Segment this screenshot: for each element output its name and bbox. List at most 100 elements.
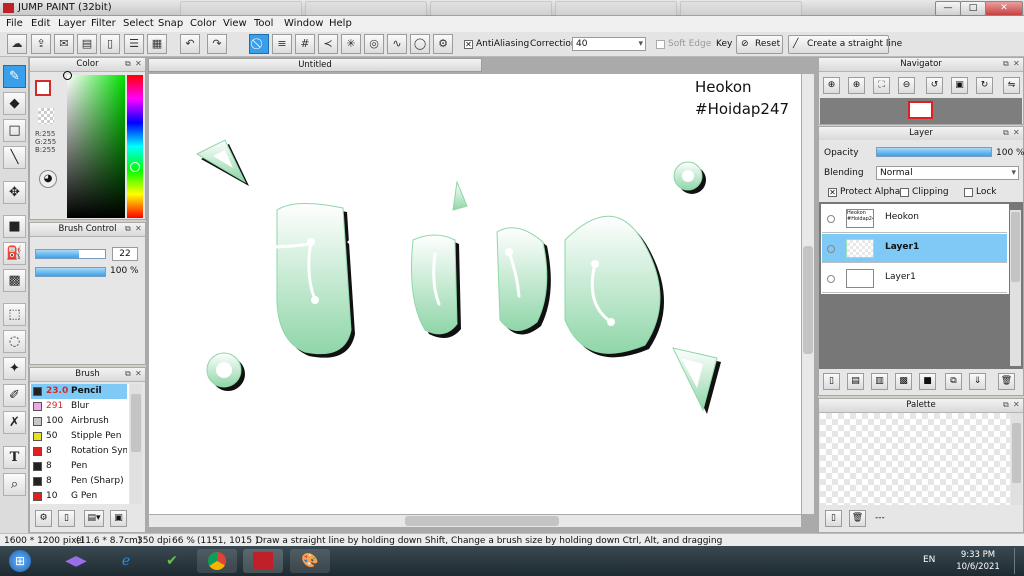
visibility-icon[interactable]: [827, 215, 835, 223]
select-pen-tool-icon[interactable]: ✐: [3, 384, 26, 407]
add-swatch-icon[interactable]: ▯: [825, 510, 842, 527]
zoom-in-icon[interactable]: ⊕: [848, 77, 865, 94]
zoom-in-icon[interactable]: ⊕: [823, 77, 840, 94]
float-icon[interactable]: ⧉: [1003, 60, 1011, 68]
drawing-canvas[interactable]: Heokon #Hoidap247: [149, 74, 801, 514]
brush-item[interactable]: 291 Blur: [31, 399, 127, 414]
minimize-button[interactable]: —: [935, 1, 961, 16]
float-icon[interactable]: ⧉: [1003, 129, 1011, 137]
brush-import-icon[interactable]: ▣: [110, 510, 127, 527]
chrome-icon[interactable]: [197, 549, 237, 573]
redo-icon[interactable]: ↷: [207, 34, 227, 54]
brush-item[interactable]: 10 G Pen: [31, 489, 127, 504]
float-icon[interactable]: ⧉: [125, 60, 133, 68]
eraser-tool-icon[interactable]: ◆: [3, 92, 26, 115]
snap-off-icon[interactable]: ⃠: [249, 34, 269, 54]
vertical-scrollbar[interactable]: [802, 74, 814, 514]
close-icon[interactable]: ✕: [135, 225, 143, 233]
new-layer-1bit-icon[interactable]: ▥: [871, 373, 888, 390]
saturation-value-picker[interactable]: [63, 71, 125, 218]
concentric-circle-icon[interactable]: ◎: [364, 34, 384, 54]
brush-list-scrollbar[interactable]: [130, 384, 142, 504]
new-layer-8bit-icon[interactable]: ▤: [847, 373, 864, 390]
zalo-icon[interactable]: ✔: [152, 549, 192, 573]
antialiasing-checkbox[interactable]: ✕: [464, 40, 473, 49]
brush-item[interactable]: 8 Pen (Sharp): [31, 474, 127, 489]
foreground-color-swatch[interactable]: [35, 80, 51, 96]
palette-scrollbar[interactable]: [1011, 413, 1022, 505]
note-icon[interactable]: ▤: [77, 34, 97, 54]
menu-select[interactable]: Select: [123, 18, 154, 29]
gradient-tool-icon[interactable]: ▩: [3, 269, 26, 292]
select-eraser-tool-icon[interactable]: ✗: [3, 411, 26, 434]
palette-more[interactable]: ---: [875, 513, 885, 523]
share-icon[interactable]: ⇪: [31, 34, 51, 54]
lock-checkbox[interactable]: [964, 188, 973, 197]
list-icon[interactable]: ☰: [124, 34, 144, 54]
brush-opacity-slider[interactable]: [35, 267, 106, 277]
new-layer-icon[interactable]: ▯: [823, 373, 840, 390]
magic-wand-tool-icon[interactable]: ✦: [3, 357, 26, 380]
line-tool-icon[interactable]: ╲: [3, 146, 26, 169]
vanishing-point-icon[interactable]: ≺: [318, 34, 338, 54]
grid-layout-icon[interactable]: ▦: [147, 34, 167, 54]
new-tone-layer-icon[interactable]: ▩: [895, 373, 912, 390]
brush-item[interactable]: 100 Airbrush: [31, 414, 127, 429]
close-icon[interactable]: ✕: [1013, 401, 1021, 409]
brush-item[interactable]: 50 Stipple Pen: [31, 429, 127, 444]
visual-studio-icon[interactable]: ◀▶: [56, 549, 96, 573]
menu-window[interactable]: Window: [284, 18, 323, 29]
palette-icon[interactable]: ◕: [39, 170, 57, 188]
menu-file[interactable]: File: [6, 18, 23, 29]
palette-swatches[interactable]: [820, 413, 1010, 505]
float-icon[interactable]: ⧉: [125, 225, 133, 233]
rotate-left-icon[interactable]: ↺: [926, 77, 943, 94]
show-desktop-button[interactable]: [1014, 548, 1024, 574]
parallel-lines-icon[interactable]: ≡: [272, 34, 292, 54]
new-folder-icon[interactable]: ■: [919, 373, 936, 390]
visibility-icon[interactable]: [827, 245, 835, 253]
eyedropper-tool-icon[interactable]: ⌕: [3, 473, 26, 496]
brush-settings-icon[interactable]: ⚙: [35, 510, 52, 527]
brush-size-slider[interactable]: [35, 249, 106, 259]
delete-swatch-icon[interactable]: 🗑: [849, 510, 866, 527]
brush-item[interactable]: 23.0 Pencil: [31, 384, 127, 399]
navigator-preview[interactable]: [820, 98, 1022, 124]
comment-icon[interactable]: ✉: [54, 34, 74, 54]
undo-icon[interactable]: ↶: [180, 34, 200, 54]
start-button[interactable]: ⊞: [0, 549, 40, 573]
layer-opacity-slider[interactable]: [876, 147, 992, 157]
brush-item[interactable]: 8 Pen: [31, 459, 127, 474]
float-icon[interactable]: ⧉: [125, 370, 133, 378]
layer-row[interactable]: Layer1: [822, 234, 1007, 263]
merge-down-icon[interactable]: ⇓: [969, 373, 986, 390]
radial-snap-icon[interactable]: ✳: [341, 34, 361, 54]
flip-icon[interactable]: ⇋: [1003, 77, 1020, 94]
menu-snap[interactable]: Snap: [158, 18, 183, 29]
close-icon[interactable]: ✕: [135, 370, 143, 378]
clock[interactable]: 9:33 PM 10/6/2021: [948, 549, 1008, 573]
language-indicator[interactable]: EN: [923, 555, 935, 565]
text-tool-icon[interactable]: T: [3, 446, 26, 469]
correction-select[interactable]: 40 ▾: [572, 37, 646, 51]
menu-layer[interactable]: Layer: [58, 18, 86, 29]
protect-alpha-checkbox[interactable]: ✕: [828, 188, 837, 197]
close-button[interactable]: ✕: [985, 1, 1023, 16]
menu-filter[interactable]: Filter: [91, 18, 116, 29]
new-brush-icon[interactable]: ▯: [58, 510, 75, 527]
settings-gear-icon[interactable]: ⚙: [433, 34, 453, 54]
rotate-right-icon[interactable]: ↻: [976, 77, 993, 94]
bucket-tool-icon[interactable]: ⛽: [3, 242, 26, 265]
brush-size-input[interactable]: 22: [112, 247, 138, 261]
menu-color[interactable]: Color: [190, 18, 216, 29]
menu-help[interactable]: Help: [329, 18, 352, 29]
delete-layer-icon[interactable]: 🗑: [998, 373, 1015, 390]
curve-snap-icon[interactable]: ∿: [387, 34, 407, 54]
menu-edit[interactable]: Edit: [31, 18, 50, 29]
lasso-tool-icon[interactable]: ◌: [3, 330, 26, 353]
ellipse-snap-icon[interactable]: ◯: [410, 34, 430, 54]
zoom-out-icon[interactable]: ⊖: [898, 77, 915, 94]
brush-tool-icon[interactable]: ✎: [3, 65, 26, 88]
brush-menu-icon[interactable]: ▤▾: [84, 510, 104, 527]
brush-item[interactable]: 8Rotation Symmetry: [31, 444, 127, 459]
